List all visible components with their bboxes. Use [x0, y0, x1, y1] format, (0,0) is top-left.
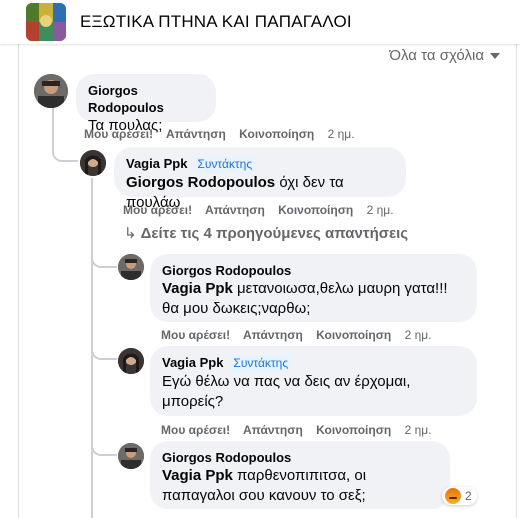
reply-link[interactable]: Απάντηση — [205, 203, 265, 217]
comment-text: Vagia Ppk παρθενοπιπιτσα, οι — [162, 466, 438, 486]
group-thumbnail[interactable] — [26, 3, 66, 41]
mention-link[interactable]: Vagia Ppk — [162, 467, 233, 484]
panel-border-left — [18, 44, 19, 518]
chevron-down-icon — [490, 53, 500, 60]
author-badge: Συντάκτης — [229, 355, 293, 372]
comment-actions: Μου αρέσει! Απάντηση Κοινοποίηση 2 ημ. — [84, 127, 365, 141]
view-previous-replies-label: Δείτε τις 4 προηγούμενες απαντήσεις — [140, 225, 409, 242]
thread-connector — [91, 436, 117, 456]
comment-author[interactable]: Vagia Ppk — [126, 156, 187, 171]
reaction-summary[interactable]: 2 — [442, 487, 477, 505]
thread-connector — [91, 252, 117, 268]
comment-body: παρθενοπιπιτσα, οι — [232, 467, 367, 484]
angry-reaction-icon — [445, 488, 461, 504]
reply-link[interactable]: Απάντηση — [166, 127, 226, 141]
timestamp[interactable]: 2 ημ. — [328, 127, 355, 141]
comment-bubble: Vagia Ppk Συντάκτης Giorgos Rodopoulos όχ… — [114, 147, 406, 211]
reply-link[interactable]: Απάντηση — [243, 328, 303, 342]
share-link[interactable]: Κοινοποίηση — [239, 127, 314, 141]
comment-text: Vagia Ppk μετανοιωσα,θελω μαυρη γατα!!! — [162, 279, 465, 299]
author-badge: Συντάκτης — [193, 156, 257, 173]
share-link[interactable]: Κοινοποίηση — [316, 423, 391, 437]
comment-header: Vagia Ppk Συντάκτης — [126, 155, 394, 173]
comment-author[interactable]: Giorgos Rodopoulos — [88, 82, 204, 116]
reaction-count: 2 — [465, 489, 472, 503]
like-link[interactable]: Μου αρέσει! — [161, 328, 230, 342]
comment-text-line: παπαγαλοι σου κανουν το σεξ; — [162, 487, 366, 504]
timestamp[interactable]: 2 ημ. — [367, 203, 394, 217]
comment-bubble: Vagia Ppk Συντάκτης Εγώ θέλω να πας να δε… — [150, 346, 477, 416]
view-previous-replies-link[interactable]: ↳ Δείτε τις 4 προηγούμενες απαντήσεις — [124, 224, 408, 242]
thread-connector — [52, 138, 78, 162]
mention-link[interactable]: Vagia Ppk — [162, 280, 233, 297]
comment-sort-label: Όλα τα σχόλια — [389, 47, 484, 64]
like-link[interactable]: Μου αρέσει! — [161, 423, 230, 437]
comment-bubble: Giorgos Rodopoulos Vagia Ppk παρθενοπιπι… — [150, 441, 450, 509]
timestamp[interactable]: 2 ημ. — [405, 328, 432, 342]
group-header: ΕΞΩΤΙΚΑ ΠΤΗΝΑ ΚΑΙ ΠΑΠΑΓΑΛΟΙ — [0, 0, 520, 44]
comment-text: Εγώ θέλω να πας να δεις αν έρχομαι, — [162, 373, 411, 390]
share-link[interactable]: Κοινοποίηση — [278, 203, 353, 217]
comment-bubble: Giorgos Rodopoulos Vagia Ppk μετανοιωσα,… — [150, 254, 477, 322]
avatar[interactable] — [118, 443, 144, 469]
comment-body: μετανοιωσα,θελω μαυρη γατα!!! — [232, 280, 448, 297]
comment-bubble: Giorgos Rodopoulos Τα πουλας; — [76, 74, 216, 134]
group-title[interactable]: ΕΞΩΤΙΚΑ ΠΤΗΝΑ ΚΑΙ ΠΑΠΑΓΑΛΟΙ — [80, 12, 352, 32]
avatar[interactable] — [80, 150, 106, 176]
panel-border-right — [516, 44, 517, 518]
reply-link[interactable]: Απάντηση — [243, 423, 303, 437]
avatar[interactable] — [118, 348, 144, 374]
comment-text-line: μπορείς? — [162, 393, 224, 410]
comment-author[interactable]: Vagia Ppk — [162, 355, 223, 370]
comment-author[interactable]: Giorgos Rodopoulos — [162, 262, 465, 279]
thread-connector — [91, 340, 117, 360]
avatar[interactable] — [34, 74, 68, 108]
comment-sort-dropdown[interactable]: Όλα τα σχόλια — [389, 47, 500, 64]
comment-header: Vagia Ppk Συντάκτης — [162, 354, 465, 372]
comment-actions: Μου αρέσει! Απάντηση Κοινοποίηση 2 ημ. — [123, 203, 404, 217]
like-link[interactable]: Μου αρέσει! — [123, 203, 192, 217]
comment-text-line: θα μου δωκεις;ναρθω; — [162, 300, 311, 317]
timestamp[interactable]: 2 ημ. — [405, 423, 432, 437]
avatar[interactable] — [118, 254, 144, 280]
like-link[interactable]: Μου αρέσει! — [84, 127, 153, 141]
comment-actions: Μου αρέσει! Απάντηση Κοινοποίηση 2 ημ. — [161, 328, 442, 342]
comment-author[interactable]: Giorgos Rodopoulos — [162, 449, 438, 466]
mention-link[interactable]: Giorgos Rodopoulos — [126, 174, 275, 191]
reply-arrow-icon: ↳ — [124, 225, 137, 242]
comment-actions: Μου αρέσει! Απάντηση Κοινοποίηση 2 ημ. — [161, 423, 442, 437]
share-link[interactable]: Κοινοποίηση — [316, 328, 391, 342]
